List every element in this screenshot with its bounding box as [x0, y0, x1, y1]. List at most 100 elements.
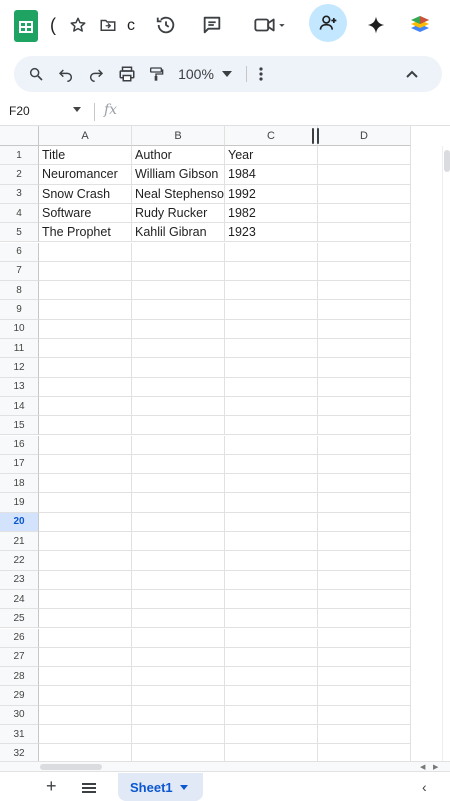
cell[interactable] [39, 242, 132, 262]
cell[interactable] [318, 628, 411, 648]
cell[interactable] [39, 454, 132, 475]
cell[interactable] [225, 686, 318, 706]
cell[interactable]: Neal Stephenson [132, 184, 225, 204]
cell[interactable] [39, 667, 132, 687]
row-header[interactable]: 14 [0, 396, 39, 417]
sheet-tab[interactable]: Sheet1 [118, 773, 203, 801]
row-header[interactable]: 15 [0, 416, 39, 436]
row-header[interactable]: 31 [0, 725, 39, 745]
cell[interactable] [318, 396, 411, 417]
cell[interactable] [318, 705, 411, 725]
row-header[interactable]: 3 [0, 184, 39, 204]
scroll-left-icon[interactable]: ◀ [420, 763, 425, 771]
row-header[interactable]: 29 [0, 686, 39, 706]
cell[interactable] [318, 242, 411, 262]
cell[interactable]: 1923 [225, 223, 318, 243]
cell[interactable] [132, 358, 225, 378]
cell[interactable] [132, 589, 225, 610]
cell[interactable] [132, 570, 225, 590]
all-sheets-icon[interactable] [82, 783, 96, 793]
cell[interactable] [132, 493, 225, 513]
cell[interactable] [318, 551, 411, 571]
cell[interactable] [132, 300, 225, 320]
print-icon[interactable] [116, 62, 138, 86]
cell[interactable] [132, 551, 225, 571]
row-header[interactable]: 32 [0, 744, 39, 761]
cell[interactable] [39, 396, 132, 417]
cell[interactable] [132, 396, 225, 417]
cell[interactable] [39, 532, 132, 552]
cell[interactable] [39, 628, 132, 648]
cell[interactable] [39, 339, 132, 359]
row-header[interactable]: 17 [0, 454, 39, 475]
row-header[interactable]: 16 [0, 435, 39, 455]
cell[interactable] [225, 589, 318, 610]
name-box[interactable]: F20 [9, 104, 30, 118]
cell[interactable] [225, 493, 318, 513]
cell[interactable] [225, 667, 318, 687]
cell[interactable] [318, 686, 411, 706]
row-header[interactable]: 8 [0, 281, 39, 301]
row-header[interactable]: 6 [0, 242, 39, 262]
cell[interactable] [225, 358, 318, 378]
cell[interactable]: Neuromancer [39, 165, 132, 185]
cell[interactable] [225, 551, 318, 571]
collapse-toolbar-icon[interactable] [404, 62, 420, 86]
cell[interactable] [39, 261, 132, 282]
star-icon[interactable] [66, 13, 90, 37]
select-all-corner[interactable] [0, 126, 39, 146]
cell[interactable] [39, 435, 132, 455]
more-options-icon[interactable] [254, 62, 268, 86]
cell[interactable] [132, 725, 225, 745]
cell[interactable] [225, 705, 318, 725]
cell[interactable] [132, 416, 225, 436]
row-header[interactable]: 5 [0, 223, 39, 243]
cell[interactable] [132, 377, 225, 397]
row-header[interactable]: 18 [0, 474, 39, 494]
column-header-a[interactable]: A [39, 126, 132, 146]
row-header[interactable]: 19 [0, 493, 39, 513]
column-header-b[interactable]: B [132, 126, 225, 146]
row-header[interactable]: 23 [0, 570, 39, 590]
cell[interactable] [39, 474, 132, 494]
vertical-scrollbar[interactable] [442, 146, 450, 761]
cell[interactable]: The Prophet [39, 223, 132, 243]
cell[interactable] [225, 396, 318, 417]
cell[interactable] [318, 570, 411, 590]
cell[interactable] [39, 319, 132, 339]
sheets-logo-icon[interactable] [14, 10, 38, 42]
cell[interactable] [39, 589, 132, 610]
row-header[interactable]: 27 [0, 647, 39, 668]
column-resize-handle[interactable] [312, 128, 319, 144]
row-header[interactable]: 10 [0, 319, 39, 339]
cell[interactable] [225, 512, 318, 532]
cell[interactable]: Rudy Rucker [132, 203, 225, 224]
cell[interactable] [318, 319, 411, 339]
cell[interactable]: Software [39, 203, 132, 224]
zoom-select[interactable]: 100% [177, 62, 215, 86]
cell[interactable] [132, 435, 225, 455]
cell[interactable] [39, 705, 132, 725]
row-header[interactable]: 12 [0, 358, 39, 378]
gemini-icon[interactable] [364, 13, 388, 37]
cell[interactable] [318, 184, 411, 204]
cell[interactable] [318, 146, 411, 166]
cell[interactable] [318, 377, 411, 397]
cell[interactable] [318, 493, 411, 513]
document-title[interactable]: ( [50, 15, 56, 36]
cell[interactable] [132, 454, 225, 475]
cell[interactable] [225, 261, 318, 282]
cell[interactable]: 1982 [225, 203, 318, 224]
cell[interactable] [318, 647, 411, 668]
cell[interactable] [318, 165, 411, 185]
cell[interactable] [132, 532, 225, 552]
cell[interactable]: Author [132, 146, 225, 166]
search-icon[interactable] [26, 62, 46, 86]
share-button[interactable] [309, 4, 347, 42]
row-header[interactable]: 26 [0, 628, 39, 648]
cell[interactable] [225, 454, 318, 475]
cell[interactable] [132, 686, 225, 706]
cell[interactable] [318, 223, 411, 243]
cell[interactable]: Year [225, 146, 318, 166]
row-header[interactable]: 7 [0, 261, 39, 282]
